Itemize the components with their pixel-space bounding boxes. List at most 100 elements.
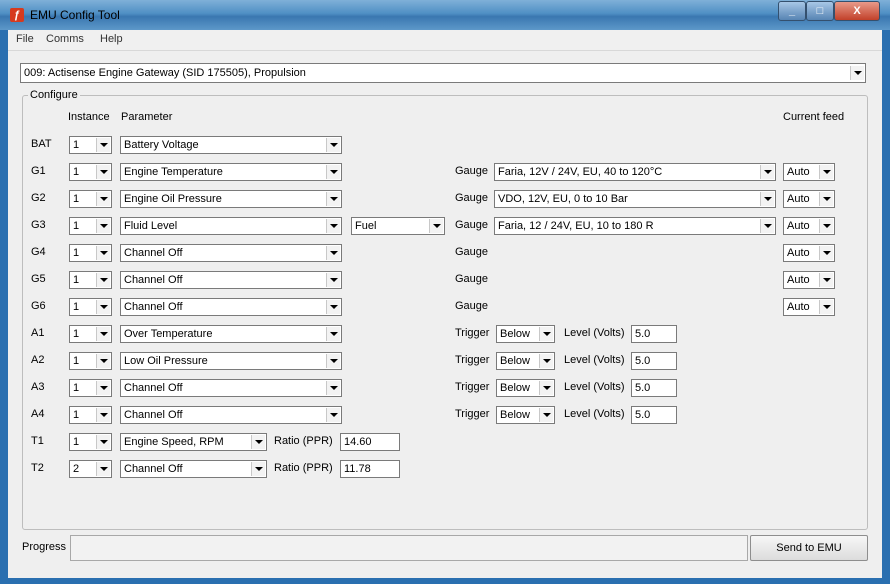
channel-id-a2: A2: [31, 354, 45, 366]
parameter-select-bat-value: Battery Voltage: [124, 139, 199, 151]
parameter-select-t2-value: Channel Off: [124, 463, 183, 475]
parameter-select-g1[interactable]: Engine Temperature: [120, 163, 342, 181]
instance-select-g2[interactable]: 1: [69, 190, 112, 208]
chevron-down-icon: [326, 219, 340, 233]
parameter-select-a4[interactable]: Channel Off: [120, 406, 342, 424]
menu-comms[interactable]: Comms: [46, 33, 84, 45]
feed-select-g3[interactable]: Auto: [783, 217, 835, 235]
level-input-a3[interactable]: 5.0: [631, 379, 677, 397]
fluid-select-g3[interactable]: Fuel: [351, 217, 445, 235]
gauge-select-g3[interactable]: Faria, 12 / 24V, EU, 10 to 180 R: [494, 217, 776, 235]
feed-select-g2[interactable]: Auto: [783, 190, 835, 208]
chevron-down-icon: [760, 192, 774, 206]
instance-select-g5[interactable]: 1: [69, 271, 112, 289]
instance-select-bat-value: 1: [73, 139, 80, 151]
trigger-select-a1[interactable]: Below: [496, 325, 555, 343]
trigger-select-a1-value: Below: [500, 328, 530, 340]
instance-select-bat[interactable]: 1: [69, 136, 112, 154]
chevron-down-icon: [326, 381, 340, 395]
feed-select-g2-value: Auto: [787, 193, 810, 205]
parameter-select-g5-value: Channel Off: [124, 274, 183, 286]
parameter-select-t2[interactable]: Channel Off: [120, 460, 267, 478]
chevron-down-icon: [326, 165, 340, 179]
gauge-label: Gauge: [455, 165, 489, 177]
current-feed-header: Current feed: [783, 111, 845, 123]
parameter-select-g3[interactable]: Fluid Level: [120, 217, 342, 235]
parameter-select-g3-value: Fluid Level: [124, 220, 178, 232]
instance-select-g6[interactable]: 1: [69, 298, 112, 316]
chevron-down-icon: [96, 408, 110, 422]
feed-select-g1[interactable]: Auto: [783, 163, 835, 181]
gauge-select-g2[interactable]: VDO, 12V, EU, 0 to 10 Bar: [494, 190, 776, 208]
level-label: Level (Volts): [564, 381, 625, 393]
chevron-down-icon: [850, 66, 864, 80]
parameter-select-a1[interactable]: Over Temperature: [120, 325, 342, 343]
feed-select-g6[interactable]: Auto: [783, 298, 835, 316]
instance-select-a4[interactable]: 1: [69, 406, 112, 424]
chevron-down-icon: [429, 219, 443, 233]
instance-select-g4-value: 1: [73, 247, 80, 259]
gauge-select-g1[interactable]: Faria, 12V / 24V, EU, 40 to 120°C: [494, 163, 776, 181]
parameter-select-bat[interactable]: Battery Voltage: [120, 136, 342, 154]
instance-select-g4[interactable]: 1: [69, 244, 112, 262]
menu-file[interactable]: File: [16, 33, 34, 45]
trigger-select-a3-value: Below: [500, 382, 530, 394]
feed-select-g5-value: Auto: [787, 274, 810, 286]
parameter-select-g1-value: Engine Temperature: [124, 166, 223, 178]
progress-label: Progress: [22, 541, 67, 553]
maximize-button[interactable]: □: [806, 1, 834, 21]
close-button[interactable]: X: [834, 1, 880, 21]
feed-select-g4[interactable]: Auto: [783, 244, 835, 262]
level-input-a1[interactable]: 5.0: [631, 325, 677, 343]
chevron-down-icon: [539, 327, 553, 341]
instance-select-g3-value: 1: [73, 220, 80, 232]
level-input-a2[interactable]: 5.0: [631, 352, 677, 370]
ratio-input-t2[interactable]: 11.78: [340, 460, 400, 478]
send-to-emu-button[interactable]: Send to EMU: [750, 535, 868, 561]
progress-bar: [70, 535, 748, 561]
instance-select-t1[interactable]: 1: [69, 433, 112, 451]
parameter-select-g4[interactable]: Channel Off: [120, 244, 342, 262]
parameter-select-a3[interactable]: Channel Off: [120, 379, 342, 397]
channel-id-g5: G5: [31, 273, 46, 285]
parameter-select-t1[interactable]: Engine Speed, RPM: [120, 433, 267, 451]
gauge-label: Gauge: [455, 300, 489, 312]
gauge-label: Gauge: [455, 246, 489, 258]
level-input-a4[interactable]: 5.0: [631, 406, 677, 424]
parameter-select-a2[interactable]: Low Oil Pressure: [120, 352, 342, 370]
instance-select-a2[interactable]: 1: [69, 352, 112, 370]
instance-select-g1-value: 1: [73, 166, 80, 178]
instance-select-g1[interactable]: 1: [69, 163, 112, 181]
instance-select-a1[interactable]: 1: [69, 325, 112, 343]
channel-id-a3: A3: [31, 381, 45, 393]
parameter-select-a1-value: Over Temperature: [124, 328, 213, 340]
instance-select-a3[interactable]: 1: [69, 379, 112, 397]
instance-select-g3[interactable]: 1: [69, 217, 112, 235]
chevron-down-icon: [96, 273, 110, 287]
ratio-input-t1[interactable]: 14.60: [340, 433, 400, 451]
parameter-select-a4-value: Channel Off: [124, 409, 183, 421]
title-bar: [0, 0, 890, 30]
feed-select-g5[interactable]: Auto: [783, 271, 835, 289]
trigger-select-a2[interactable]: Below: [496, 352, 555, 370]
trigger-select-a4[interactable]: Below: [496, 406, 555, 424]
minimize-button[interactable]: _: [778, 1, 806, 21]
menu-help[interactable]: Help: [100, 33, 123, 45]
instance-select-t2[interactable]: 2: [69, 460, 112, 478]
chevron-down-icon: [96, 381, 110, 395]
feed-select-g6-value: Auto: [787, 301, 810, 313]
parameter-select-g5[interactable]: Channel Off: [120, 271, 342, 289]
trigger-select-a3[interactable]: Below: [496, 379, 555, 397]
chevron-down-icon: [326, 138, 340, 152]
parameter-select-g6[interactable]: Channel Off: [120, 298, 342, 316]
window-title: EMU Config Tool: [30, 8, 120, 22]
instance-select-t2-value: 2: [73, 463, 80, 475]
chevron-down-icon: [96, 300, 110, 314]
device-select[interactable]: 009: Actisense Engine Gateway (SID 17550…: [20, 63, 866, 83]
channel-id-a1: A1: [31, 327, 45, 339]
trigger-select-a4-value: Below: [500, 409, 530, 421]
channel-id-g4: G4: [31, 246, 46, 258]
parameter-select-g2[interactable]: Engine Oil Pressure: [120, 190, 342, 208]
chevron-down-icon: [539, 408, 553, 422]
menu-bar: File Comms Help: [8, 30, 882, 51]
